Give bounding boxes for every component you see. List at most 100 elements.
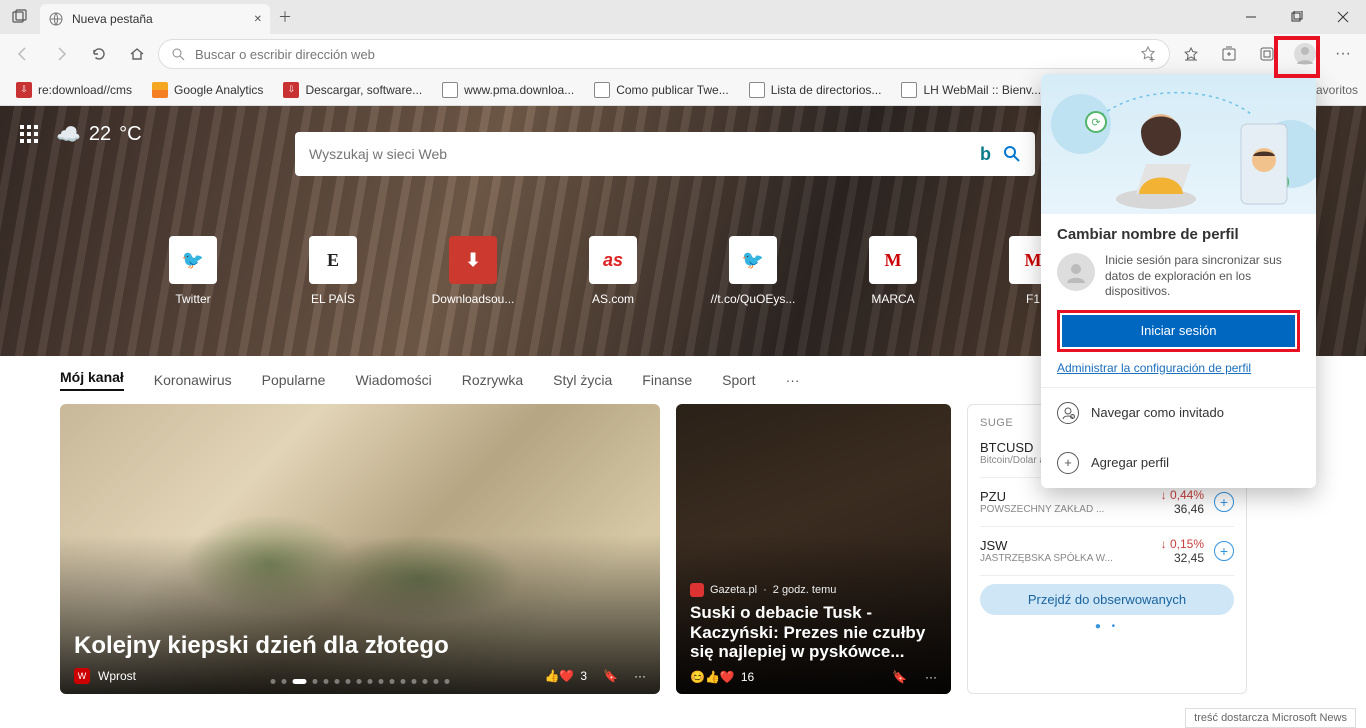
bookmark-label: re:download//cms: [38, 83, 132, 97]
reload-button[interactable]: [82, 37, 116, 71]
flyout-title: Cambiar nombre de perfil: [1057, 226, 1300, 243]
feed-tab[interactable]: Mój kanał: [60, 369, 124, 391]
bookmark-label: www.pma.downloa...: [464, 83, 574, 97]
flyout-description: Inicie sesión para sincronizar sus datos…: [1105, 253, 1300, 300]
forward-button[interactable]: [44, 37, 78, 71]
tile-label: AS.com: [592, 292, 634, 306]
browse-guest-action[interactable]: ? Navegar como invitado: [1041, 388, 1316, 438]
widget-pager[interactable]: ● •: [980, 621, 1234, 632]
card-reactions[interactable]: 👍❤️ 3 🔖 ···: [544, 669, 646, 683]
feed-tab[interactable]: Finanse: [642, 372, 692, 388]
card-title: Suski o debacie Tusk - Kaczyński: Prezes…: [690, 603, 937, 662]
bookmark-item[interactable]: Google Analytics: [144, 78, 271, 102]
carousel-dots[interactable]: [271, 679, 450, 684]
bookmark-item[interactable]: Lista de directorios...: [741, 78, 890, 102]
stock-change: 0,44%: [1170, 488, 1204, 502]
feed-tab[interactable]: Popularne: [262, 372, 326, 388]
stock-name: JASTRZĘBSKA SPÓŁKA W...: [980, 553, 1161, 564]
tab-close-icon[interactable]: ✕: [254, 14, 262, 25]
bookmarks-overflow[interactable]: Favoritos: [1309, 83, 1358, 97]
title-bar: Nueva pestaña ✕ ＋: [0, 0, 1366, 34]
favorites-button[interactable]: [1174, 37, 1208, 71]
add-stock-icon[interactable]: +: [1214, 541, 1234, 561]
quick-tile[interactable]: ⬇Downloadsou...: [433, 236, 513, 320]
weather-unit: °C: [119, 123, 141, 146]
bookmark-icon[interactable]: 🔖: [892, 670, 907, 684]
profile-flyout: ⟳ ⟳ Cambiar nombre de perfil Inicie sesi…: [1041, 74, 1316, 488]
feed-tab[interactable]: Styl życia: [553, 372, 612, 388]
annotation-highlight: Iniciar sesión: [1057, 310, 1300, 352]
bookmark-icon[interactable]: 🔖: [603, 669, 618, 683]
add-stock-icon[interactable]: +: [1214, 492, 1234, 512]
stock-price: 32,45: [1161, 551, 1204, 565]
maximize-button[interactable]: [1274, 0, 1320, 34]
bookmark-item[interactable]: ⇩Descargar, software...: [275, 78, 430, 102]
tile-label: //t.co/QuOEys...: [711, 292, 796, 306]
tile-label: Downloadsou...: [432, 292, 515, 306]
bing-icon[interactable]: b: [980, 144, 991, 165]
stock-change: 0,15%: [1170, 537, 1204, 551]
tile-label: MARCA: [871, 292, 914, 306]
stock-row[interactable]: JSWJASTRZĘBSKA SPÓŁKA W... ↓ 0,15%32,45 …: [980, 527, 1234, 576]
feed-tab[interactable]: Wiadomości: [355, 372, 431, 388]
address-placeholder: Buscar o escribir dirección web: [195, 47, 375, 62]
quick-tile[interactable]: MMARCA: [853, 236, 933, 320]
more-menu-button[interactable]: ···: [1326, 37, 1360, 71]
collections-button[interactable]: [1212, 37, 1246, 71]
bookmark-item[interactable]: ⇩re:download//cms: [8, 78, 140, 102]
feed-tab[interactable]: Rozrywka: [462, 372, 523, 388]
browser-tab[interactable]: Nueva pestaña ✕: [40, 4, 270, 34]
address-bar[interactable]: Buscar o escribir dirección web: [158, 39, 1170, 69]
manage-profile-link[interactable]: Administrar la configuración de perfil: [1057, 361, 1251, 375]
watchlist-button[interactable]: Przejdź do obserwowanych: [980, 584, 1234, 615]
stock-symbol: PZU: [980, 489, 1161, 504]
svg-text:⟳: ⟳: [1091, 117, 1100, 129]
bookmark-item[interactable]: Como publicar Twe...: [586, 78, 737, 102]
weather-widget[interactable]: ☁️ 22°C: [56, 122, 142, 147]
news-card-large[interactable]: Kolejny kiepski dzień dla złotego W Wpro…: [60, 404, 660, 694]
like-count: 16: [741, 670, 754, 684]
cloud-icon: ☁️: [56, 122, 81, 147]
bookmark-item[interactable]: www.pma.downloa...: [434, 78, 582, 102]
quick-tile[interactable]: 🐦//t.co/QuOEys...: [713, 236, 793, 320]
add-profile-action[interactable]: + Agregar perfil: [1041, 438, 1316, 488]
bookmark-label: Lista de directorios...: [771, 83, 882, 97]
card-more-icon[interactable]: ···: [634, 669, 646, 683]
tile-label: Twitter: [175, 292, 210, 306]
sign-in-button[interactable]: Iniciar sesión: [1062, 315, 1295, 347]
new-tab-button[interactable]: ＋: [270, 7, 300, 27]
card-source: Gazeta.pl: [710, 584, 757, 596]
source-icon: [690, 583, 704, 597]
feed-tab-more[interactable]: ···: [786, 372, 800, 388]
search-icon[interactable]: [1003, 145, 1021, 163]
hero-search-bar[interactable]: b: [295, 132, 1035, 176]
card-reactions[interactable]: 😊👍❤️ 16: [690, 670, 754, 684]
bookmark-item[interactable]: LH WebMail :: Bienv...: [893, 78, 1049, 102]
tile-label: F1: [1026, 292, 1040, 306]
guest-icon: ?: [1057, 402, 1079, 424]
minimize-button[interactable]: [1228, 0, 1274, 34]
flyout-illustration: ⟳ ⟳: [1041, 74, 1316, 214]
tab-title: Nueva pestaña: [72, 12, 153, 26]
bookmark-label: Como publicar Twe...: [616, 83, 729, 97]
feed-tab[interactable]: Sport: [722, 372, 755, 388]
hero-search-input[interactable]: [309, 146, 980, 162]
stock-name: POWSZECHNY ZAKŁAD ...: [980, 504, 1161, 515]
annotation-highlight: [1274, 36, 1320, 78]
quick-tile[interactable]: asAS.com: [573, 236, 653, 320]
card-more-icon[interactable]: ···: [925, 670, 937, 684]
tab-actions-icon[interactable]: [0, 9, 40, 25]
stock-price: 36,46: [1161, 502, 1204, 516]
feed-tab[interactable]: Koronawirus: [154, 372, 232, 388]
close-window-button[interactable]: [1320, 0, 1366, 34]
app-launcher-icon[interactable]: [20, 125, 40, 145]
action-label: Navegar como invitado: [1091, 405, 1224, 420]
favorite-star-icon[interactable]: [1139, 45, 1157, 63]
quick-tile[interactable]: 🐦Twitter: [153, 236, 233, 320]
bookmark-label: Descargar, software...: [305, 83, 422, 97]
news-card-medium[interactable]: Gazeta.pl · 2 godz. temu Suski o debacie…: [676, 404, 951, 694]
home-button[interactable]: [120, 37, 154, 71]
quick-tile[interactable]: EEL PAÍS: [293, 236, 373, 320]
back-button[interactable]: [6, 37, 40, 71]
card-source: Wprost: [98, 669, 136, 683]
